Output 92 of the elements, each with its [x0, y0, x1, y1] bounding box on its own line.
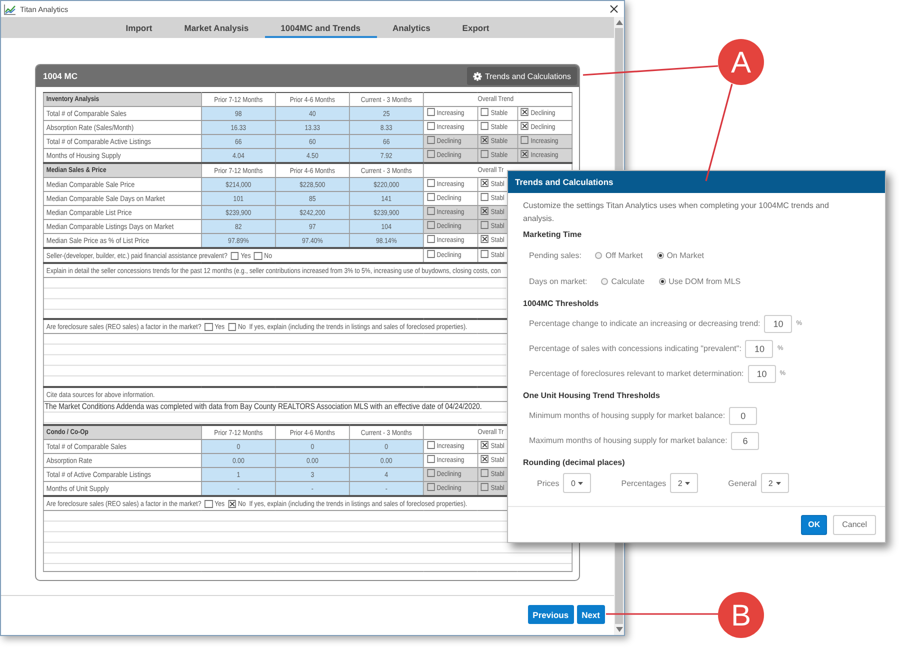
- checkbox[interactable]: [204, 500, 213, 508]
- checkbox[interactable]: [426, 192, 435, 200]
- tab[interactable]: Analytics: [376, 17, 446, 38]
- checkbox[interactable]: [426, 178, 435, 186]
- dropdown[interactable]: 0: [563, 473, 592, 493]
- section-heading: 1004MC Thresholds: [523, 298, 600, 310]
- trends-button[interactable]: Trends and Calculations: [467, 67, 577, 85]
- checkbox[interactable]: [426, 150, 435, 158]
- checkbox[interactable]: [426, 454, 435, 462]
- caret-icon: [578, 482, 584, 484]
- field-label: Minimum months of housing supply for market balance:: [529, 411, 726, 420]
- field-label: General: [728, 478, 757, 488]
- checkbox[interactable]: [426, 440, 435, 448]
- arrow-up-icon[interactable]: [616, 20, 622, 25]
- checkbox[interactable]: [520, 150, 529, 158]
- checkbox[interactable]: [426, 468, 435, 476]
- checkbox[interactable]: [480, 122, 489, 130]
- dialog-intro: Customize the settings Titan Analytics uses when completing your 1004MC trends and analysis.: [523, 200, 830, 225]
- radio-label: Calculate: [611, 276, 645, 286]
- radio-label: Off Market: [605, 250, 643, 260]
- section-heading: One Unit Housing Trend Thresholds: [523, 390, 661, 402]
- arrow-down-icon[interactable]: [616, 627, 622, 632]
- checkbox[interactable]: [426, 250, 435, 258]
- dropdown[interactable]: 2: [670, 473, 698, 493]
- checkbox[interactable]: [228, 500, 236, 508]
- checkbox[interactable]: [480, 440, 489, 448]
- field-label: Pending sales:: [529, 250, 582, 260]
- radio-button[interactable]: [595, 252, 602, 258]
- checkbox[interactable]: [480, 220, 489, 228]
- checkbox[interactable]: [426, 136, 435, 144]
- checkbox[interactable]: [480, 468, 489, 476]
- checkbox[interactable]: [480, 454, 489, 462]
- checkbox[interactable]: [480, 250, 489, 258]
- checkbox[interactable]: [204, 322, 213, 330]
- number-field[interactable]: 10: [764, 314, 792, 332]
- nav-button[interactable]: Next: [576, 605, 605, 624]
- field-label: Days on market:: [529, 276, 588, 286]
- tab[interactable]: Import: [110, 17, 168, 38]
- nav-button[interactable]: Previous: [528, 605, 574, 624]
- dropdown[interactable]: 2: [760, 473, 789, 493]
- checkbox[interactable]: [480, 178, 489, 186]
- checkbox[interactable]: [426, 234, 435, 242]
- checkbox[interactable]: [480, 136, 489, 144]
- radio-label: On Market: [666, 250, 704, 260]
- text-area[interactable]: The Market Conditions Addenda was completed with data from Bay County REALTORS Association MLS with an effective date of 04/24/2020.: [44, 402, 506, 424]
- cancel-button[interactable]: Cancel: [833, 514, 876, 534]
- checkbox[interactable]: [520, 136, 529, 144]
- tab[interactable]: Market Analysis: [168, 17, 265, 38]
- field-label: Percentage of sales with concessions indicating "prevalent":: [529, 344, 742, 353]
- checkbox[interactable]: [426, 206, 435, 214]
- radio-button[interactable]: [656, 252, 664, 258]
- checkbox[interactable]: [480, 206, 489, 214]
- checkbox[interactable]: [480, 482, 489, 490]
- chart-icon: [4, 4, 16, 14]
- checkbox[interactable]: [480, 150, 489, 158]
- field-label: Percentages: [621, 478, 666, 488]
- checkbox[interactable]: [480, 234, 489, 242]
- checkbox[interactable]: [230, 252, 239, 260]
- number-field[interactable]: 10: [745, 340, 774, 358]
- section-heading: Rounding (decimal places): [523, 457, 626, 469]
- checkbox[interactable]: [426, 482, 435, 490]
- checkbox[interactable]: [426, 108, 435, 116]
- dialog-title: Trends and Calculations: [508, 171, 885, 193]
- checkbox[interactable]: [520, 108, 529, 116]
- field-label: Prices: [537, 478, 560, 488]
- section-heading: Marketing Time: [523, 229, 583, 241]
- ok-button[interactable]: OK: [801, 514, 828, 534]
- callout-marker: A: [718, 39, 764, 85]
- checkbox[interactable]: [228, 322, 236, 330]
- radio-button[interactable]: [658, 278, 666, 284]
- number-field[interactable]: 6: [731, 432, 760, 450]
- close-icon[interactable]: [610, 5, 618, 13]
- caret-icon: [685, 482, 690, 484]
- field-label: Percentage change to indicate an increasing or decreasing trend:: [529, 319, 760, 328]
- checkbox[interactable]: [520, 122, 529, 130]
- number-field[interactable]: 0: [729, 406, 758, 424]
- panel-title: 1004 MC: [43, 71, 78, 81]
- checkbox[interactable]: [480, 108, 489, 116]
- checkbox[interactable]: [254, 252, 262, 260]
- field-label: Maximum months of housing supply for market balance:: [529, 436, 728, 445]
- checkbox[interactable]: [480, 192, 489, 200]
- gear-icon: [473, 72, 482, 80]
- number-field[interactable]: 10: [748, 364, 776, 382]
- checkbox[interactable]: [426, 122, 435, 130]
- field-label: Percentage of foreclosures relevant to market determination:: [529, 369, 744, 378]
- tab[interactable]: 1004MC and Trends: [264, 17, 376, 38]
- radio-label: Use DOM from MLS: [668, 276, 741, 286]
- caret-icon: [776, 482, 781, 484]
- tab[interactable]: Export: [446, 17, 506, 38]
- callout-marker: B: [718, 592, 764, 638]
- radio-button[interactable]: [601, 278, 608, 284]
- checkbox[interactable]: [426, 220, 435, 228]
